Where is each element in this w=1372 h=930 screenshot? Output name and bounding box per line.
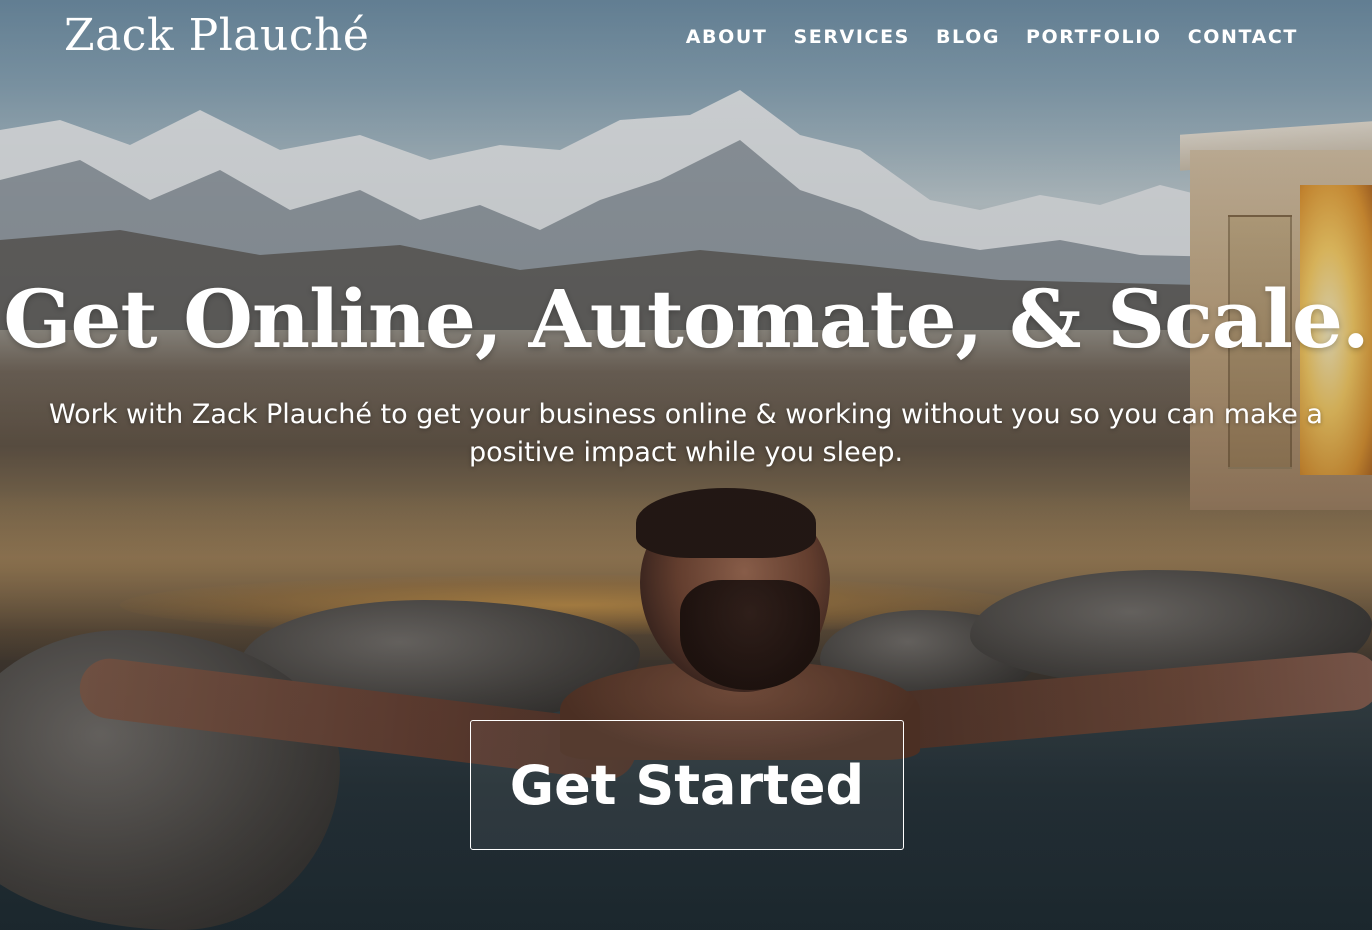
nav-about[interactable]: ABOUT <box>686 26 768 48</box>
site-logo[interactable]: Zack Plauché <box>64 10 369 61</box>
hero-subtext: Work with Zack Plauché to get your busin… <box>49 399 1323 468</box>
get-started-button[interactable]: Get Started <box>470 720 904 850</box>
hero-section: Zack Plauché ABOUT SERVICES BLOG PORTFOL… <box>0 0 1372 930</box>
nav-contact[interactable]: CONTACT <box>1188 26 1298 48</box>
nav-blog[interactable]: BLOG <box>936 26 1000 48</box>
site-header: Zack Plauché ABOUT SERVICES BLOG PORTFOL… <box>0 0 1372 80</box>
get-started-label: Get Started <box>509 753 865 817</box>
nav-services[interactable]: SERVICES <box>793 26 909 48</box>
main-nav: ABOUT SERVICES BLOG PORTFOLIO CONTACT <box>686 26 1298 48</box>
nav-portfolio[interactable]: PORTFOLIO <box>1026 26 1162 48</box>
hero-headline: Get Online, Automate, & Scale. <box>3 272 1370 366</box>
